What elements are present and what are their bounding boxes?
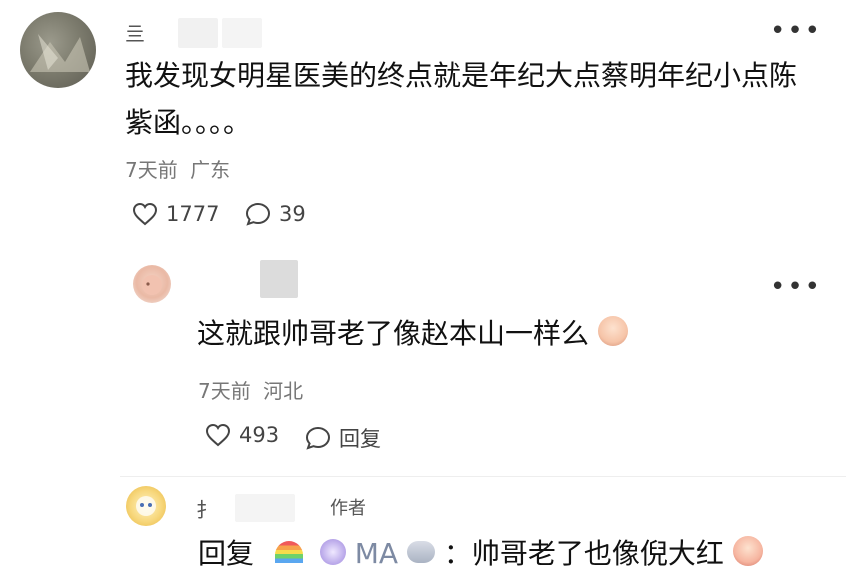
crying-face-emoji-icon [732,536,763,566]
comment-bubble-icon [245,202,271,226]
comment-location: 广东 [190,158,231,182]
comment-text: 这就跟帅哥老了像赵本山一样么 [197,310,628,357]
reply-count: 39 [279,202,306,226]
more-options-icon[interactable]: ••• [770,18,822,44]
comment-text: 回复 MA ：帅哥老了也像倪大红 [198,530,763,577]
avatar-image-icon [30,34,90,72]
reply-prefix: 回复 [198,537,255,570]
avatar[interactable] [133,265,171,303]
more-options-icon[interactable]: ••• [770,274,822,300]
comment-location: 河北 [263,379,304,403]
cloud-rain-emoji-icon [406,541,435,563]
unicorn-emoji-icon [319,539,346,565]
comment-time: 7天前 [125,158,178,182]
like-count: 493 [239,423,280,447]
divider [120,476,846,477]
avatar[interactable] [126,486,166,526]
author-badge: 作者 [330,498,366,519]
avatar-image-icon [136,496,156,516]
blurred-username [235,494,295,522]
blurred-username [222,18,262,48]
blurred-username [178,18,218,48]
reply-label: 回复 [339,427,381,451]
comment-username[interactable]: 亖 [125,18,145,47]
like-button[interactable]: 493 [205,423,279,447]
comment-meta: 7天前 河北 [198,375,303,404]
blurred-username [260,260,298,298]
reply-button[interactable]: 39 [245,202,306,226]
comment-username[interactable]: 扌 [196,494,216,523]
heart-icon [205,423,231,447]
comment-time: 7天前 [198,379,251,403]
rainbow-emoji-icon [274,541,303,563]
reply-target-name[interactable]: MA [355,537,398,570]
reply-button[interactable]: 回复 [305,423,381,453]
like-button[interactable]: 1777 [132,202,219,226]
comment-meta: 7天前 广东 [125,154,230,183]
comment-bubble-icon [305,426,331,450]
crying-face-emoji-icon [597,316,628,346]
heart-icon [132,202,158,226]
avatar-image-icon [142,275,162,295]
avatar[interactable] [20,12,96,88]
like-count: 1777 [166,202,220,226]
comment-text: 我发现女明星医美的终点就是年纪大点蔡明年纪小点陈 紫函。。。。 [125,59,798,139]
